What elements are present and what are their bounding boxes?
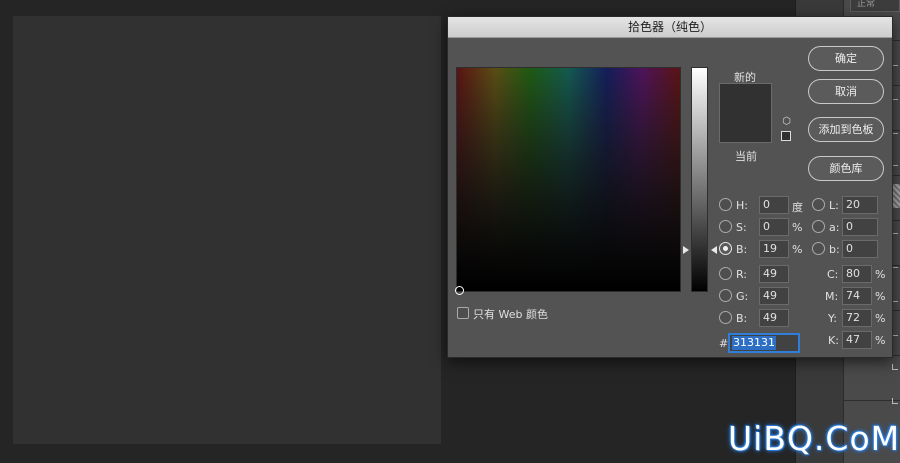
l-input[interactable]: 20 [842,196,878,214]
rgb-b-input[interactable]: 49 [759,309,789,327]
radio-lab-b[interactable] [812,242,825,255]
ok-button[interactable]: 确定 [808,46,884,71]
web-safe-swatch-icon[interactable] [781,131,791,141]
m-label: M: [825,290,839,303]
k-input[interactable]: 47 [842,331,872,349]
lab-b-label: b: [829,243,840,256]
slider-handle-right-icon[interactable] [711,246,717,254]
m-unit: % [875,290,886,303]
slider-handle-left-icon[interactable] [683,246,689,254]
a-input[interactable]: 0 [842,218,878,236]
hex-label: # [719,337,729,350]
l-label: L: [829,199,839,212]
b-input[interactable]: 19 [759,240,789,258]
dialog-title: 拾色器（纯色） [448,17,892,38]
layer-thumbnail [893,184,900,208]
y-input[interactable]: 72 [842,309,872,327]
hex-value: 313131 [732,336,776,350]
radio-rgb-b[interactable] [719,311,732,324]
color-slider[interactable] [691,67,708,292]
cancel-button[interactable]: 取消 [808,79,884,104]
color-picker-dialog: 拾色器（纯色） 新的 当前 ⬡ 确定 取消 添加到色板 颜色库 H: 0 度 S… [447,16,893,358]
color-swatch[interactable] [719,83,772,143]
link-icon [892,398,898,404]
color-field-cursor[interactable] [455,286,464,295]
c-unit: % [875,268,886,281]
current-color-label: 当前 [735,150,757,163]
blend-mode-select[interactable]: 正常 [850,0,900,12]
radio-g[interactable] [719,289,732,302]
web-colors-only-label: 只有 Web 颜色 [473,308,548,321]
radio-s[interactable] [719,220,732,233]
a-label: a: [829,221,840,234]
c-input[interactable]: 80 [842,265,872,283]
color-libraries-button[interactable]: 颜色库 [808,156,884,181]
r-label: R: [736,268,748,281]
c-label: C: [827,268,839,281]
document-canvas[interactable] [13,16,441,444]
h-input[interactable]: 0 [759,196,789,214]
radio-l[interactable] [812,198,825,211]
add-to-swatches-button[interactable]: 添加到色板 [808,117,884,142]
b-unit: % [792,243,803,256]
radio-b[interactable] [719,242,732,255]
watermark-logo: UiBQ.CoM [728,419,900,458]
h-label: H: [736,199,748,212]
rgb-b-label: B: [736,312,748,325]
b-label: B: [736,243,748,256]
gamut-warning-cube-icon[interactable]: ⬡ [781,116,792,127]
radio-a[interactable] [812,220,825,233]
radio-r[interactable] [719,267,732,280]
web-colors-only-checkbox[interactable] [457,307,469,319]
k-unit: % [875,334,886,347]
s-label: S: [736,221,747,234]
hex-input[interactable]: 313131 [729,334,799,352]
lab-b-input[interactable]: 0 [842,240,878,258]
m-input[interactable]: 74 [842,287,872,305]
g-input[interactable]: 49 [759,287,789,305]
s-unit: % [792,221,803,234]
color-field[interactable] [456,67,681,292]
k-label: K: [828,334,839,347]
r-input[interactable]: 49 [759,265,789,283]
y-unit: % [875,312,886,325]
g-label: G: [736,290,749,303]
s-input[interactable]: 0 [759,218,789,236]
h-unit: 度 [792,201,803,214]
radio-h[interactable] [719,198,732,211]
y-label: Y: [828,312,837,325]
link-icon [892,364,898,370]
